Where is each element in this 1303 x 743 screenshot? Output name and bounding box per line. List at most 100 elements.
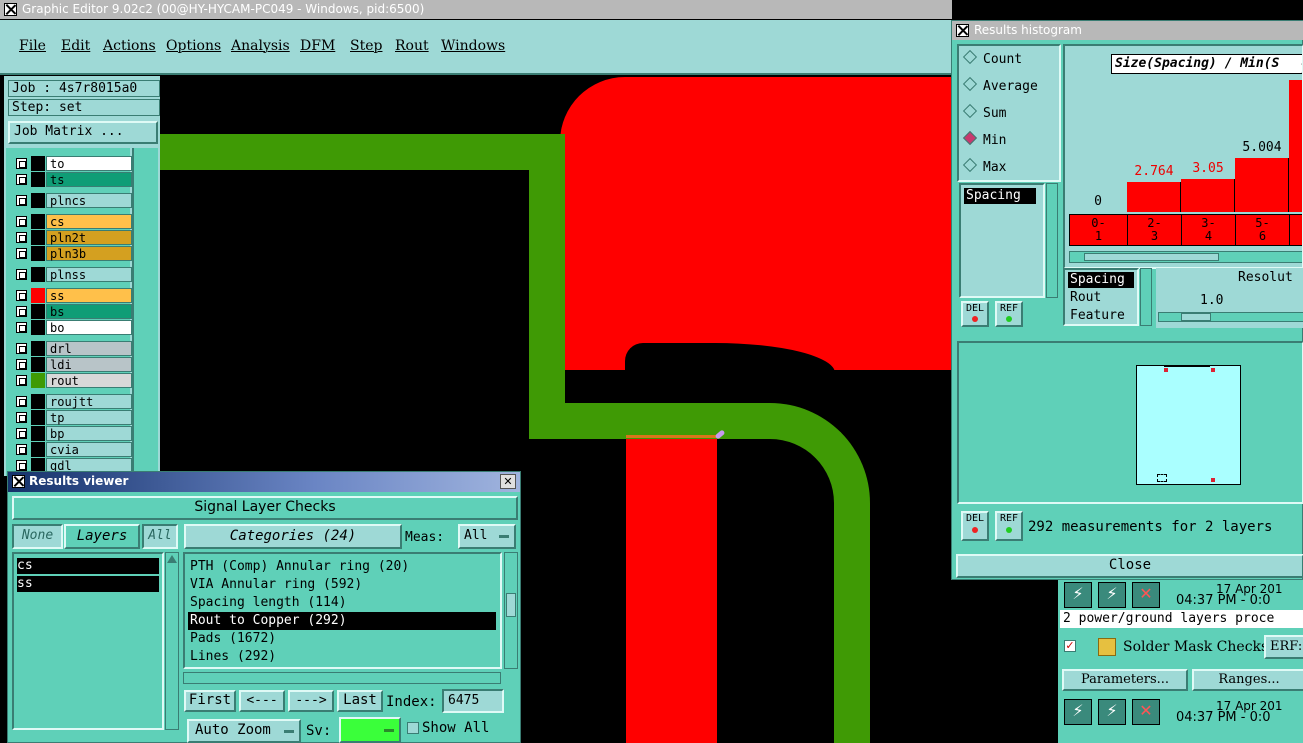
show-all-checkbox[interactable]	[407, 722, 419, 734]
layer-checkbox[interactable]	[16, 359, 27, 370]
histogram-bar[interactable]	[1127, 182, 1181, 212]
close-icon[interactable]	[956, 24, 969, 37]
layer-row-drl[interactable]: drl	[14, 341, 132, 356]
layer-checkbox[interactable]	[16, 343, 27, 354]
layer-color-swatch[interactable]	[31, 357, 45, 372]
prev-button[interactable]: <---	[239, 690, 285, 712]
menu-edit[interactable]: Edit	[61, 38, 90, 54]
category-item[interactable]: PTH (Comp) Annular ring (20)	[188, 558, 496, 576]
layer-checkbox[interactable]	[16, 174, 27, 185]
close-button[interactable]: Close	[956, 554, 1303, 578]
menu-actions[interactable]: Actions	[103, 38, 156, 54]
layer-color-swatch[interactable]	[31, 394, 45, 409]
layer-checkbox[interactable]	[16, 428, 27, 439]
layer-checkbox[interactable]	[16, 412, 27, 423]
erf-select[interactable]: ERF:	[1264, 635, 1303, 659]
layer-checkbox[interactable]	[16, 460, 27, 471]
chart-hscrollbar[interactable]	[1069, 251, 1302, 263]
auto-zoom-select[interactable]: Auto Zoom	[187, 719, 301, 743]
layer-row-rout[interactable]: rout	[14, 373, 132, 388]
run-all-icon[interactable]: ⚡	[1098, 699, 1126, 725]
layer-row-tp[interactable]: tp	[14, 410, 132, 425]
enable-checkbox[interactable]: ✓	[1064, 640, 1076, 652]
sv-color-select[interactable]	[339, 717, 401, 743]
menu-dfm[interactable]: DFM	[300, 38, 335, 54]
list-item[interactable]: Rout	[1068, 290, 1101, 306]
list-item[interactable]: Spacing	[964, 188, 1036, 204]
metric-scrollbar[interactable]	[1046, 183, 1058, 298]
scroll-thumb[interactable]	[1084, 253, 1219, 261]
layer-list-scrollbar[interactable]	[165, 552, 179, 730]
layer-row-pln3b[interactable]: pln3b	[14, 246, 132, 261]
histogram-titlebar[interactable]: Results histogram	[952, 21, 1303, 40]
stop-icon[interactable]: ✕	[1132, 699, 1160, 725]
layer-row-bp[interactable]: bp	[14, 426, 132, 441]
run-all-icon[interactable]: ⚡	[1098, 582, 1126, 608]
ranges-button[interactable]: Ranges...	[1192, 669, 1303, 691]
all-button[interactable]: All	[142, 524, 178, 549]
layer-row-plnss[interactable]: plnss	[14, 267, 132, 282]
layer-row-bs[interactable]: bs	[14, 304, 132, 319]
layer-color-swatch[interactable]	[31, 246, 45, 261]
menu-rout[interactable]: Rout	[395, 38, 429, 54]
layer-color-swatch[interactable]	[31, 230, 45, 245]
index-input[interactable]: 6475	[442, 689, 504, 713]
layer-result-list[interactable]: cs ss	[12, 552, 164, 730]
radio-min[interactable]: Min	[962, 130, 1006, 148]
category-list[interactable]: PTH (Comp) Annular ring (20) VIA Annular …	[183, 552, 502, 669]
parameters-button[interactable]: Parameters...	[1062, 669, 1188, 691]
del-button[interactable]: DEL	[961, 301, 989, 327]
results-viewer-titlebar[interactable]: Results viewer ✕	[8, 472, 520, 492]
layer-color-swatch[interactable]	[31, 442, 45, 457]
layer-color-swatch[interactable]	[31, 288, 45, 303]
radio-average[interactable]: Average	[962, 76, 1038, 94]
size-option-list[interactable]: Spacing Rout Feature	[1063, 268, 1139, 326]
layer-row-cvia[interactable]: cvia	[14, 442, 132, 457]
list-item[interactable]: Feature	[1068, 308, 1125, 324]
layer-checkbox[interactable]	[16, 396, 27, 407]
layer-color-swatch[interactable]	[31, 193, 45, 208]
size-scrollbar[interactable]	[1140, 268, 1152, 326]
layer-checkbox[interactable]	[16, 158, 27, 169]
layer-checkbox[interactable]	[16, 216, 27, 227]
category-scrollbar[interactable]	[504, 552, 518, 669]
del-button[interactable]: DEL	[961, 511, 989, 541]
menu-step[interactable]: Step	[350, 38, 382, 54]
close-icon[interactable]	[4, 3, 17, 16]
meas-select[interactable]: All	[458, 524, 516, 549]
menu-analysis[interactable]: Analysis	[231, 38, 290, 54]
layer-row-to[interactable]: to	[14, 156, 132, 171]
next-button[interactable]: --->	[288, 690, 334, 712]
categories-button[interactable]: Categories (24)	[184, 524, 402, 549]
category-item[interactable]: Spacing length (114)	[188, 594, 496, 612]
layer-color-swatch[interactable]	[31, 214, 45, 229]
category-hscrollbar[interactable]	[183, 672, 501, 684]
list-item[interactable]: ss	[17, 576, 159, 592]
radio-sum[interactable]: Sum	[962, 103, 1006, 121]
first-button[interactable]: First	[184, 690, 236, 712]
run-icon[interactable]: ⚡	[1064, 582, 1092, 608]
none-button[interactable]: None	[12, 524, 63, 549]
layer-checkbox[interactable]	[16, 290, 27, 301]
metric-list[interactable]: Spacing	[959, 183, 1045, 298]
layer-row-ts[interactable]: ts	[14, 172, 132, 187]
menu-file[interactable]: File	[19, 38, 46, 54]
radio-max[interactable]: Max	[962, 157, 1006, 175]
job-matrix-button[interactable]: Job Matrix ...	[8, 121, 158, 144]
layer-row-roujtt[interactable]: roujtt	[14, 394, 132, 409]
layer-color-swatch[interactable]	[31, 373, 45, 388]
close-button[interactable]: ✕	[500, 474, 516, 489]
layer-color-swatch[interactable]	[31, 320, 45, 335]
layer-checkbox[interactable]	[16, 269, 27, 280]
category-item[interactable]: VIA Annular ring (592)	[188, 576, 496, 594]
category-item[interactable]: Lines (292)	[188, 648, 496, 666]
radio-count[interactable]: Count	[962, 49, 1022, 67]
list-item[interactable]: Spacing	[1068, 272, 1134, 288]
layer-color-swatch[interactable]	[31, 410, 45, 425]
stop-icon[interactable]: ✕	[1132, 582, 1160, 608]
layer-checkbox[interactable]	[16, 232, 27, 243]
histogram-bar[interactable]	[1181, 179, 1235, 212]
category-item[interactable]: Rout to Copper (292)	[188, 612, 496, 630]
resolution-slider[interactable]	[1158, 312, 1303, 322]
layer-color-swatch[interactable]	[31, 267, 45, 282]
